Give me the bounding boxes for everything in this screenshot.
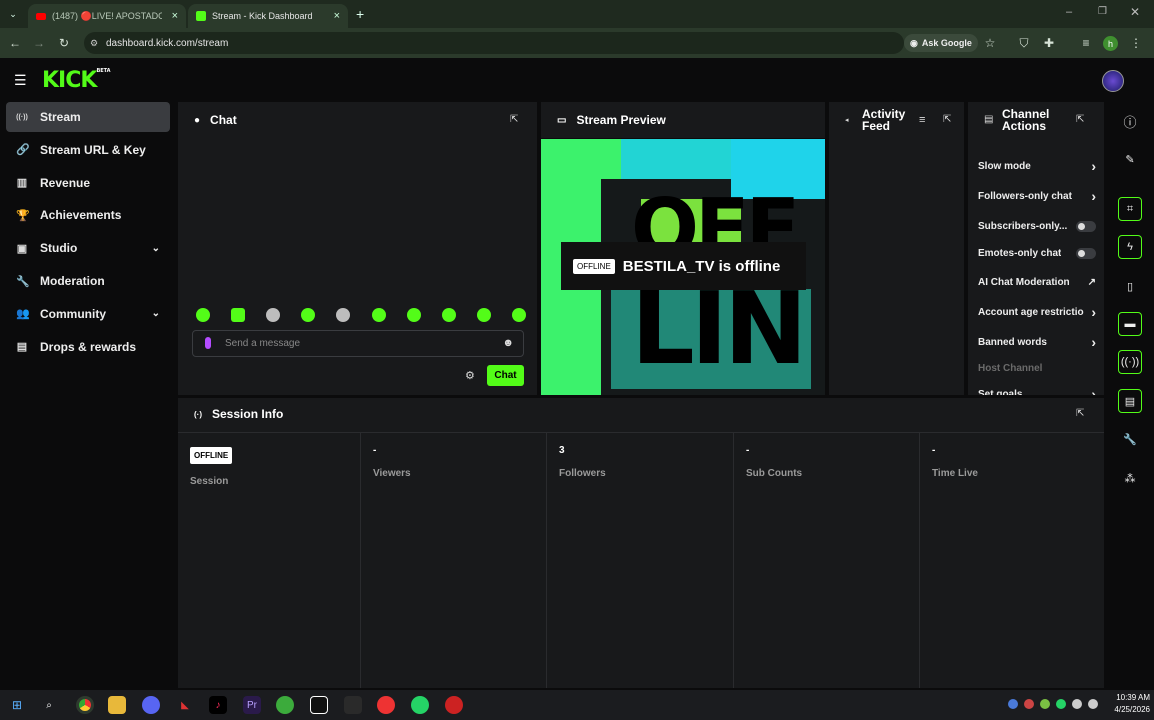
wifi-icon[interactable] [1072, 699, 1082, 709]
close-window-button[interactable]: ✕ [1130, 5, 1140, 19]
studio-icon: ▣ [16, 242, 28, 255]
trophy-icon: 🏆 [16, 209, 30, 222]
volume-icon[interactable] [1088, 699, 1098, 709]
nodes-icon[interactable]: ⁂ [1118, 466, 1142, 490]
clock-time: 10:39 AM [1116, 693, 1150, 702]
tray-icon[interactable] [1056, 699, 1066, 709]
sidebar-item-label: Stream [40, 110, 81, 124]
stat-label: Time Live [932, 468, 978, 479]
focus-icon[interactable]: ⌗ [1118, 197, 1142, 221]
people-icon: 👥 [16, 308, 30, 321]
premiere-icon[interactable]: Pr [243, 696, 261, 714]
stat-sub-counts: - Sub Counts [734, 433, 920, 688]
gift-chart-icon: ▤ [16, 341, 28, 354]
app-icon[interactable] [276, 696, 294, 714]
tab-title: (1487) 🔴LIVE! APOSTADO 4x4 [52, 10, 162, 21]
info-icon[interactable]: ⓘ [1118, 109, 1142, 133]
stat-value: 3 [559, 445, 565, 456]
stat-viewers: - Viewers [361, 433, 547, 688]
stat-session: OFFLINE Session [178, 433, 361, 688]
sidebar-item-achievements[interactable]: 🏆 Achievements [6, 200, 170, 230]
bar-chart-icon: ▥ [16, 177, 28, 190]
youtube-icon [36, 12, 46, 20]
sidebar-nav: ((·)) Stream 🔗 Stream URL & Key ▥ Revenue 🏆 Ach… [0, 100, 176, 690]
broadcast-icon[interactable]: ((·)) [1118, 350, 1142, 374]
tab-search-icon[interactable]: ⌄ [6, 7, 20, 21]
sidebar-item-label: Community [40, 306, 106, 321]
chat-bubble-icon[interactable]: ▬ [1118, 312, 1142, 336]
kick-logo[interactable]: KICKBETA [42, 68, 111, 93]
sidebar-item-revenue[interactable]: ▥ Revenue [6, 168, 170, 198]
browser-tab-youtube[interactable]: (1487) 🔴LIVE! APOSTADO 4x4 × [28, 4, 186, 28]
file-explorer-icon[interactable] [108, 696, 126, 714]
stat-time-live: - Time Live [920, 433, 1104, 688]
reload-button[interactable]: ↻ [55, 34, 73, 52]
stat-label: Viewers [373, 468, 411, 479]
windows-taskbar [0, 690, 1154, 720]
stat-value: - [932, 445, 936, 456]
user-avatar[interactable] [1102, 70, 1124, 92]
sidebar-item-label: Revenue [40, 175, 91, 190]
start-menu-icon[interactable]: ⊞ [8, 696, 26, 714]
sidebar-item-drops-rewards[interactable]: ▤ Drops & rewards [6, 332, 170, 362]
edit-pencil-icon[interactable]: ✎ [1118, 147, 1142, 171]
stat-label: Sub Counts [746, 468, 803, 479]
tray-icon[interactable] [1008, 699, 1018, 709]
browser-menu-icon[interactable]: ⋮ [1127, 34, 1145, 52]
chevron-down-icon[interactable]: ⌄ [152, 243, 160, 254]
app-icon[interactable]: ◣ [176, 696, 194, 714]
stat-value: - [373, 445, 377, 456]
discord-icon[interactable] [142, 696, 160, 714]
site-info-icon[interactable]: ⚙ [90, 38, 98, 49]
sidebar-item-stream[interactable]: ((·)) Stream [6, 102, 170, 132]
sidebar-item-label: Stream URL & Key [40, 142, 146, 157]
link-icon: 🔗 [16, 144, 30, 157]
hamburger-menu-icon[interactable]: ☰ [14, 72, 27, 89]
taskbar-clock[interactable]: 10:39 AM 4/25/2026 [1104, 692, 1150, 716]
sidebar-item-studio[interactable]: ▣ Studio ⌄ [6, 233, 170, 263]
stat-label: Session [190, 476, 229, 487]
layout-icon[interactable]: ▤ [1118, 389, 1142, 413]
clock-date: 4/25/2026 [1114, 705, 1150, 714]
offline-badge: OFFLINE [190, 447, 233, 464]
chrome-icon[interactable] [76, 696, 94, 714]
tray-icon[interactable] [1040, 699, 1050, 709]
sidebar-item-moderation[interactable]: 🔧 Moderation [6, 266, 170, 296]
search-icon[interactable]: ⌕ [40, 696, 58, 714]
stat-value: - [746, 445, 750, 456]
lightning-icon[interactable]: ϟ [1118, 235, 1142, 259]
app-icon[interactable] [377, 696, 395, 714]
profile-avatar[interactable]: h [1103, 36, 1118, 51]
wrench-icon: 🔧 [16, 275, 30, 288]
chevron-down-icon[interactable]: ⌄ [152, 308, 160, 319]
session-stats: OFFLINE Session - Viewers 3 Followers - Sub Cou… [174, 0, 1104, 690]
capcut-icon[interactable] [310, 696, 328, 714]
whatsapp-icon[interactable] [411, 696, 429, 714]
tray-icon[interactable] [1024, 699, 1034, 709]
sidebar-item-label: Drops & rewards [40, 339, 137, 354]
sidebar-item-label: Achievements [40, 208, 122, 223]
forward-button[interactable]: → [30, 34, 48, 52]
stat-followers: 3 Followers [547, 433, 734, 688]
sidebar-item-label: Studio [40, 241, 78, 256]
app-icon[interactable] [445, 696, 463, 714]
tiktok-icon[interactable]: ♪ [209, 696, 227, 714]
document-icon[interactable]: ▯ [1118, 274, 1142, 298]
broadcast-icon: ((·)) [16, 113, 28, 121]
sidebar-item-community[interactable]: 👥 Community ⌄ [6, 299, 170, 329]
sidebar-item-label: Moderation [40, 274, 105, 288]
obs-icon[interactable] [344, 696, 362, 714]
stat-label: Followers [559, 468, 606, 479]
wrench-icon[interactable]: 🔧 [1118, 427, 1142, 451]
sidebar-item-stream-url-key[interactable]: 🔗 Stream URL & Key [6, 135, 170, 165]
back-button[interactable]: ← [6, 34, 24, 52]
